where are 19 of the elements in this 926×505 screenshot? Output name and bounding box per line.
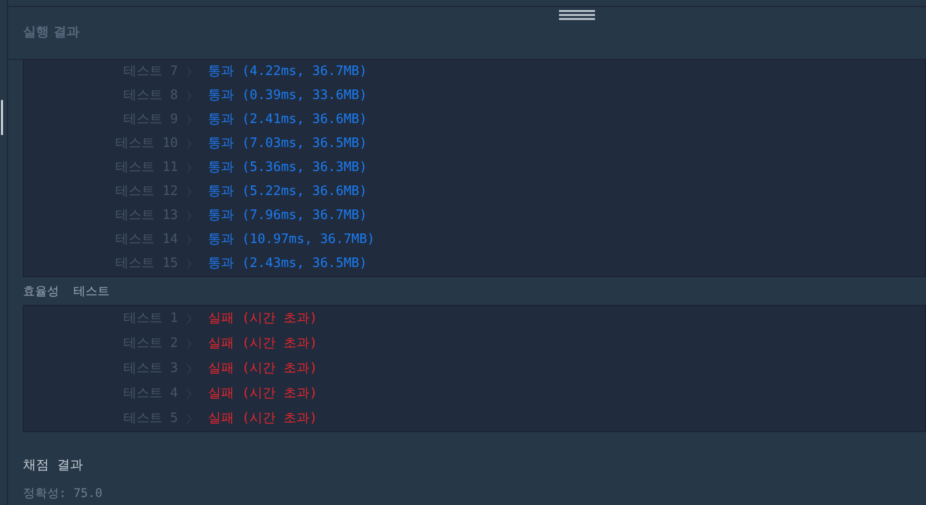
- test-result: 통과 (5.22ms, 36.6MB): [208, 183, 368, 202]
- scroll-handle[interactable]: [1, 100, 3, 135]
- accuracy-score: 정확성: 75.0: [23, 484, 104, 502]
- section-heading: 효율성 테스트: [23, 283, 110, 300]
- test-result: 실패 (시간 초과): [208, 384, 318, 403]
- test-result: 통과 (0.39ms, 33.6MB): [208, 87, 368, 106]
- grading-title: 채점 결과: [23, 457, 84, 475]
- test-result: 통과 (2.41ms, 36.6MB): [208, 111, 368, 130]
- test-result: 통과 (7.96ms, 36.7MB): [208, 207, 368, 226]
- test-result: 통과 (10.97ms, 36.7MB): [208, 231, 375, 250]
- test-result: 실패 (시간 초과): [208, 310, 318, 328]
- test-result: 통과 (2.43ms, 36.5MB): [208, 255, 368, 274]
- test-result: 통과 (4.22ms, 36.7MB): [208, 63, 368, 82]
- test-result: 실패 (시간 초과): [208, 410, 318, 428]
- test-result: 실패 (시간 초과): [208, 334, 318, 353]
- test-result: 통과 (7.03ms, 36.5MB): [208, 135, 368, 154]
- test-result: 실패 (시간 초과): [208, 360, 318, 378]
- test-result: 통과 (5.36ms, 36.3MB): [208, 159, 368, 178]
- drag-handle-icon[interactable]: [559, 10, 595, 20]
